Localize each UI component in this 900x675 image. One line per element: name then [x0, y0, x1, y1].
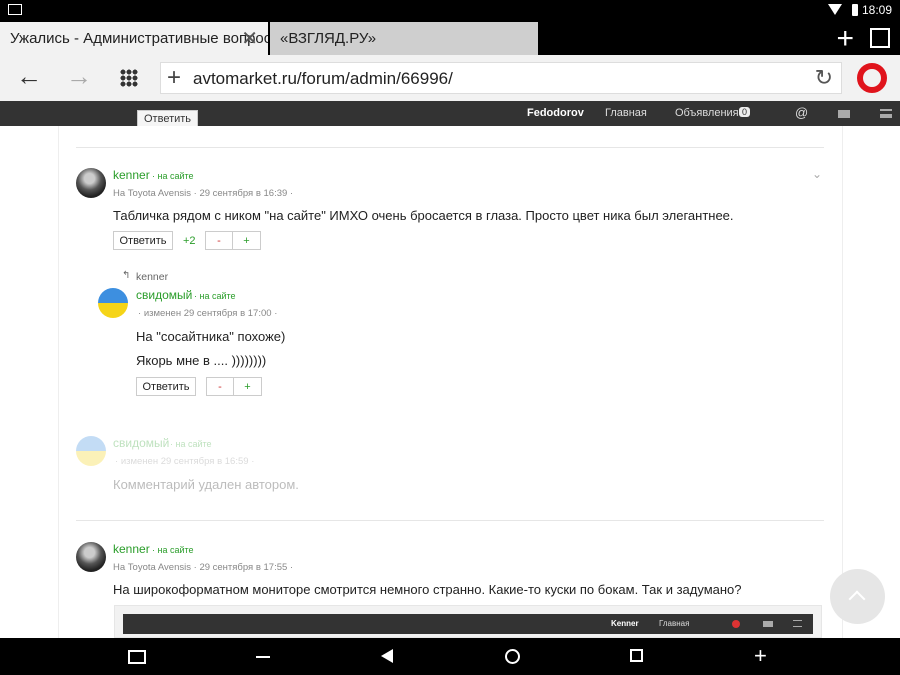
back-arrow-icon[interactable]: ← — [16, 61, 42, 92]
plus-icon[interactable]: + — [167, 64, 181, 92]
reply-to[interactable]: kenner — [136, 271, 168, 283]
online-text: на сайте — [157, 171, 194, 181]
heart-icon — [732, 620, 740, 628]
avatar[interactable] — [76, 436, 106, 466]
nav-ads-link[interactable]: Объявления — [675, 107, 739, 119]
ads-count-badge: 0 — [739, 107, 751, 117]
battery-icon — [852, 4, 858, 16]
comment-meta: · изменен 29 сентября в 16:59 · — [115, 456, 255, 467]
close-tab-icon[interactable]: ✕ — [241, 26, 258, 51]
online-text: на сайте — [199, 291, 236, 301]
comment-text: Якорь мне в .... )))))))) — [136, 353, 267, 368]
car-model[interactable]: На Toyota Avensis — [113, 562, 191, 573]
comment-meta: · изменен 29 сентября в 17:00 · — [138, 308, 278, 319]
partial-action-row: Ответить — [137, 110, 287, 126]
vote-down-button[interactable]: - — [205, 231, 233, 250]
avatar[interactable] — [98, 288, 128, 318]
embedded-nav-bar: Kenner Главная — [123, 614, 813, 634]
online-badge: · на сайте — [152, 545, 194, 555]
android-status-bar: 18:09 — [0, 0, 900, 22]
tab-inactive[interactable]: «ВЗГЛЯД.РУ» — [270, 22, 538, 55]
site-nav-bar: Fedodorov Главная Объявления 0 @ — [0, 101, 900, 126]
nav-main-link[interactable]: Главная — [605, 107, 647, 119]
comment-score: +2 — [183, 235, 196, 247]
new-tab-icon[interactable]: + — [836, 22, 854, 55]
plus-icon[interactable]: + — [754, 642, 767, 675]
recents-icon[interactable] — [630, 649, 643, 662]
android-nav-bar: + — [0, 638, 900, 675]
online-text: на сайте — [157, 545, 194, 555]
browser-toolbar: ← → + avtomarket.ru/forum/admin/66996/ ↻ — [0, 55, 900, 101]
tab-title: Ужались - Административные вопросы — [10, 30, 268, 47]
comment-meta: На Toyota Avensis · 29 сентября в 16:39 … — [113, 188, 294, 199]
divider — [76, 147, 824, 148]
forward-arrow-icon[interactable]: → — [66, 61, 92, 92]
comment-date[interactable]: 29 сентября в 16:39 — [199, 188, 287, 199]
vote-up-button[interactable]: + — [232, 231, 261, 250]
comment-text: На широкоформатном мониторе смотрится не… — [113, 582, 742, 597]
hamburger-menu-icon[interactable] — [880, 109, 892, 118]
mentions-icon[interactable]: @ — [795, 105, 808, 120]
mail-icon[interactable] — [838, 110, 850, 118]
online-badge: · на сайте — [170, 439, 212, 449]
wifi-icon — [828, 4, 842, 15]
comment-image[interactable]: Kenner Главная — [114, 605, 822, 638]
comment-author[interactable]: свидомый — [136, 288, 192, 302]
speed-dial-grid-icon[interactable] — [120, 69, 138, 87]
browser-tab-bar: Ужались - Административные вопросы ✕ «ВЗ… — [0, 22, 900, 55]
mail-icon — [763, 621, 773, 627]
divider — [76, 520, 824, 521]
chevron-down-icon[interactable]: ⌄ — [812, 167, 822, 181]
comment-text: На "сосайтника" похоже) — [136, 329, 286, 344]
embedded-username: Kenner — [611, 619, 639, 628]
tab-switcher-icon[interactable] — [870, 28, 890, 48]
comment-date[interactable]: изменен 29 сентября в 16:59 — [121, 456, 249, 467]
reload-icon[interactable]: ↻ — [815, 65, 833, 91]
hamburger-menu-icon — [793, 620, 802, 627]
tab-active[interactable]: Ужались - Административные вопросы ✕ — [0, 22, 268, 55]
reply-button[interactable]: Ответить — [136, 377, 196, 396]
avatar[interactable] — [76, 168, 106, 198]
comment-date[interactable]: изменен 29 сентября в 17:00 — [144, 308, 272, 319]
nav-username[interactable]: Fedodorov — [527, 107, 584, 119]
reply-arrow-icon: ↰ — [122, 270, 131, 281]
home-icon[interactable] — [505, 649, 520, 664]
back-icon[interactable] — [381, 649, 393, 663]
reply-button[interactable]: Ответить — [137, 110, 199, 126]
comment-author[interactable]: kenner — [113, 542, 150, 556]
comment-date[interactable]: 29 сентября в 17:55 — [199, 562, 287, 573]
comment-author[interactable]: свидомый — [113, 436, 169, 450]
scroll-to-top-button[interactable] — [830, 569, 885, 624]
online-badge: · на сайте — [194, 291, 236, 301]
tab-title: «ВЗГЛЯД.РУ» — [280, 30, 377, 47]
comment-text: Комментарий удален автором. — [113, 477, 299, 492]
vote-down-button[interactable]: - — [206, 377, 234, 396]
url-text[interactable]: avtomarket.ru/forum/admin/66996/ — [193, 69, 453, 89]
car-model[interactable]: На Toyota Avensis — [113, 188, 191, 199]
opera-menu-icon[interactable] — [857, 63, 887, 93]
minimize-icon[interactable] — [256, 656, 270, 658]
comment-meta: На Toyota Avensis · 29 сентября в 17:55 … — [113, 562, 294, 573]
gmail-notification-icon — [8, 4, 22, 15]
online-badge: · на сайте — [152, 171, 194, 181]
online-text: на сайте — [175, 439, 212, 449]
clock: 18:09 — [861, 3, 892, 17]
screenshot-icon[interactable] — [128, 650, 146, 664]
comment-author[interactable]: kenner — [113, 168, 150, 182]
avatar[interactable] — [76, 542, 106, 572]
comment-text: Табличка рядом с ником "на сайте" ИМХО о… — [113, 208, 734, 223]
vote-up-button[interactable]: + — [233, 377, 262, 396]
embedded-main-link: Главная — [659, 619, 690, 628]
address-field[interactable]: + avtomarket.ru/forum/admin/66996/ ↻ — [160, 62, 842, 94]
reply-button[interactable]: Ответить — [113, 231, 173, 250]
